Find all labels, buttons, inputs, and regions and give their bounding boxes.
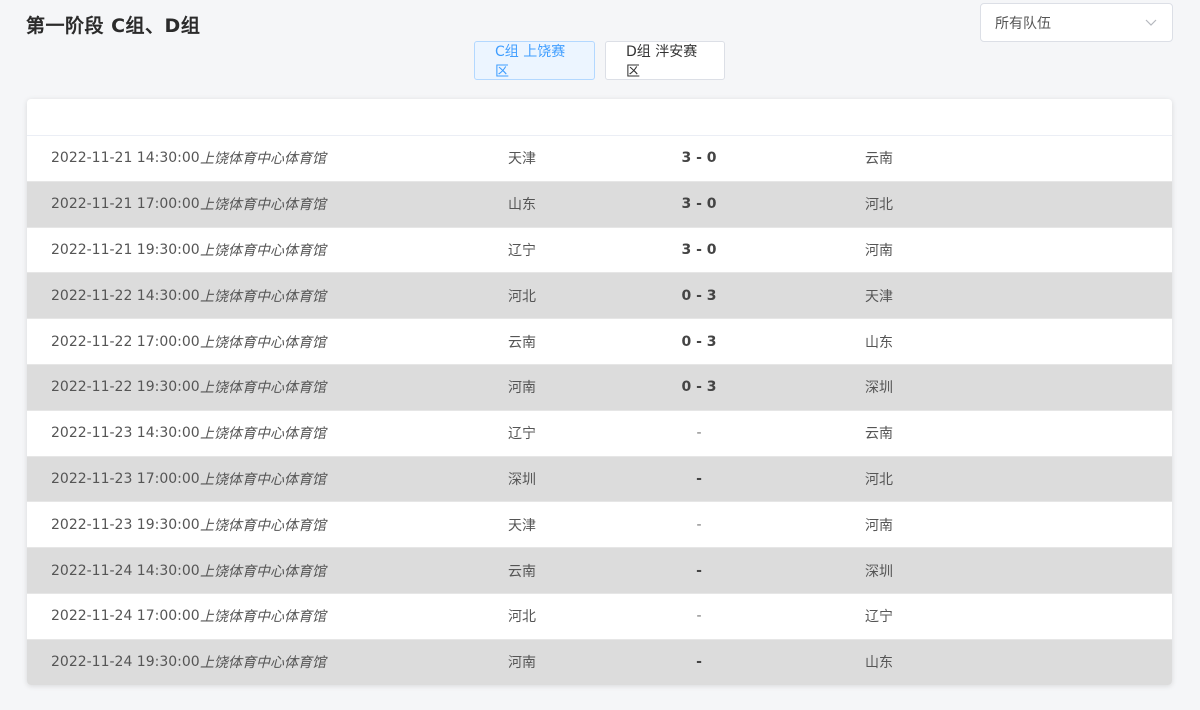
match-score: - — [696, 425, 702, 442]
table-row: 2022-11-21 14:30:00 上饶体育中心体育馆 天津 3 - 0 云南 — [27, 136, 1172, 182]
away-team: 深圳 — [865, 380, 893, 397]
table-row: 2022-11-21 17:00:00 上饶体育中心体育馆 山东 3 - 0 河北 — [27, 181, 1172, 228]
table-row: 2022-11-22 17:00:00 上饶体育中心体育馆 云南 0 - 3 山东 — [27, 319, 1172, 365]
away-team: 云南 — [865, 426, 893, 443]
match-time: 2022-11-24 14:30:00 — [51, 562, 200, 579]
away-team: 深圳 — [865, 563, 893, 580]
match-venue: 上饶体育中心体育馆 — [200, 426, 326, 443]
away-team: 辽宁 — [865, 609, 893, 626]
match-venue: 上饶体育中心体育馆 — [200, 655, 326, 672]
away-team: 河南 — [865, 242, 893, 259]
match-time: 2022-11-21 19:30:00 — [51, 241, 200, 258]
chevron-down-icon — [1144, 16, 1158, 30]
table-row: 2022-11-23 17:00:00 上饶体育中心体育馆 深圳 - 河北 — [27, 456, 1172, 503]
team-filter-value: 所有队伍 — [995, 15, 1051, 32]
page-title: 第一阶段 C组、D组 — [26, 15, 201, 37]
tab-group-c[interactable]: C组 上饶赛区 — [474, 41, 595, 80]
away-team: 云南 — [865, 151, 893, 168]
table-row: 2022-11-24 19:30:00 上饶体育中心体育馆 河南 - 山东 — [27, 639, 1172, 685]
match-score: - — [696, 516, 702, 533]
match-score: 0 - 3 — [681, 333, 717, 350]
match-venue: 上饶体育中心体育馆 — [200, 151, 326, 168]
home-team: 河北 — [508, 288, 536, 305]
match-score: - — [696, 608, 702, 625]
match-venue: 上饶体育中心体育馆 — [200, 334, 326, 351]
table-row: 2022-11-23 14:30:00 上饶体育中心体育馆 辽宁 - 云南 — [27, 411, 1172, 457]
match-venue: 上饶体育中心体育馆 — [200, 517, 326, 534]
away-team: 河北 — [865, 197, 893, 214]
match-score: 3 - 0 — [681, 196, 717, 213]
match-venue: 上饶体育中心体育馆 — [200, 380, 326, 397]
table-row: 2022-11-23 19:30:00 上饶体育中心体育馆 天津 - 河南 — [27, 502, 1172, 549]
match-score: - — [696, 654, 702, 671]
table-row: 2022-11-22 19:30:00 上饶体育中心体育馆 河南 0 - 3 深圳 — [27, 364, 1172, 411]
home-team: 辽宁 — [508, 242, 536, 259]
team-filter-select[interactable]: 所有队伍 — [980, 3, 1173, 42]
home-team: 天津 — [508, 517, 536, 534]
table-row: 2022-11-24 14:30:00 上饶体育中心体育馆 云南 - 深圳 — [27, 548, 1172, 594]
home-team: 山东 — [508, 197, 536, 214]
match-time: 2022-11-23 19:30:00 — [51, 516, 200, 533]
table-row: 2022-11-22 14:30:00 上饶体育中心体育馆 河北 0 - 3 天津 — [27, 273, 1172, 320]
match-time: 2022-11-22 17:00:00 — [51, 333, 200, 350]
tab-group-d[interactable]: D组 泮安赛区 — [605, 41, 725, 80]
match-time: 2022-11-23 14:30:00 — [51, 425, 200, 442]
match-venue: 上饶体育中心体育馆 — [200, 242, 326, 259]
page: 第一阶段 C组、D组 所有队伍 C组 上饶赛区 D组 泮安赛区 2022-11-… — [0, 0, 1200, 710]
match-score: 0 - 3 — [681, 379, 717, 396]
match-time: 2022-11-21 14:30:00 — [51, 150, 200, 167]
match-score: - — [696, 562, 702, 579]
home-team: 辽宁 — [508, 426, 536, 443]
match-score: 3 - 0 — [681, 241, 717, 258]
away-team: 山东 — [865, 655, 893, 672]
home-team: 云南 — [508, 563, 536, 580]
home-team: 云南 — [508, 334, 536, 351]
schedule-table: 2022-11-21 14:30:00 上饶体育中心体育馆 天津 3 - 0 云南 202… — [27, 99, 1172, 685]
table-row: 2022-11-24 17:00:00 上饶体育中心体育馆 河北 - 辽宁 — [27, 594, 1172, 640]
home-team: 深圳 — [508, 471, 536, 488]
match-score: 3 - 0 — [681, 150, 717, 167]
away-team: 河北 — [865, 471, 893, 488]
table-row: 2022-11-21 19:30:00 上饶体育中心体育馆 辽宁 3 - 0 河南 — [27, 228, 1172, 274]
group-tabs: C组 上饶赛区 D组 泮安赛区 — [474, 41, 725, 80]
match-time: 2022-11-22 14:30:00 — [51, 287, 200, 304]
match-time: 2022-11-21 17:00:00 — [51, 196, 200, 213]
match-score: 0 - 3 — [681, 287, 717, 304]
away-team: 山东 — [865, 334, 893, 351]
away-team: 天津 — [865, 288, 893, 305]
match-time: 2022-11-22 19:30:00 — [51, 379, 200, 396]
match-venue: 上饶体育中心体育馆 — [200, 471, 326, 488]
match-time: 2022-11-24 17:00:00 — [51, 608, 200, 625]
match-venue: 上饶体育中心体育馆 — [200, 197, 326, 214]
table-header — [27, 99, 1172, 136]
match-venue: 上饶体育中心体育馆 — [200, 563, 326, 580]
away-team: 河南 — [865, 517, 893, 534]
match-venue: 上饶体育中心体育馆 — [200, 609, 326, 626]
home-team: 河北 — [508, 609, 536, 626]
match-venue: 上饶体育中心体育馆 — [200, 288, 326, 305]
match-time: 2022-11-24 19:30:00 — [51, 654, 200, 671]
home-team: 河南 — [508, 380, 536, 397]
home-team: 天津 — [508, 151, 536, 168]
home-team: 河南 — [508, 655, 536, 672]
match-score: - — [696, 470, 702, 487]
match-time: 2022-11-23 17:00:00 — [51, 470, 200, 487]
table-body: 2022-11-21 14:30:00 上饶体育中心体育馆 天津 3 - 0 云南 202… — [27, 136, 1172, 685]
